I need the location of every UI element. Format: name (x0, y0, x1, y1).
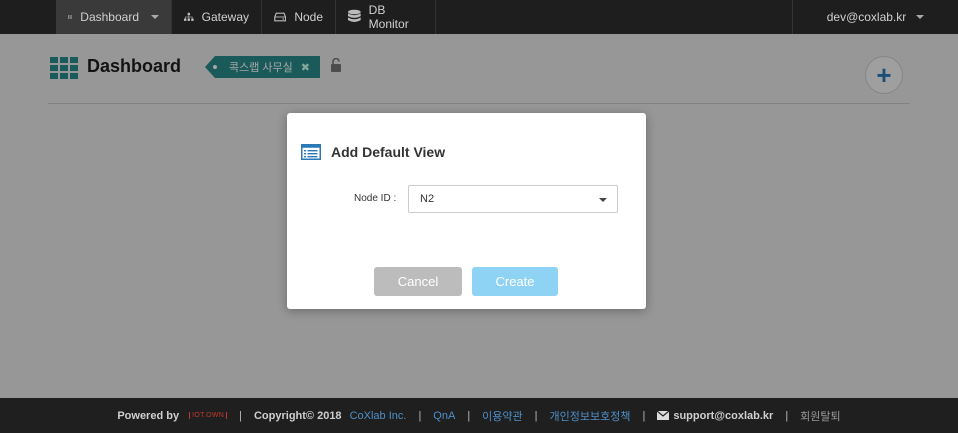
separator: | (785, 409, 789, 422)
nav-label: Dashboard (80, 10, 139, 24)
separator: | (534, 409, 538, 422)
nav-label: Gateway (201, 10, 249, 24)
mail-icon (657, 411, 670, 420)
privacy-link[interactable]: 개인정보보호정책 (550, 408, 631, 424)
nav-label: Node (294, 10, 323, 24)
top-nav: Dashboard Gateway Node DB Monitor dev@co… (0, 0, 958, 34)
chevron-down-icon (599, 198, 607, 202)
modal-title: Add Default View (331, 144, 446, 160)
chevron-down-icon (151, 15, 159, 19)
nav-db-monitor[interactable]: DB Monitor (336, 0, 436, 34)
nav-dashboard[interactable]: Dashboard (56, 0, 172, 34)
withdraw-link[interactable]: 회원탈퇴 (800, 408, 840, 424)
user-email: dev@coxlab.kr (826, 10, 907, 24)
sitemap-icon (184, 12, 194, 21)
chevron-down-icon (916, 15, 925, 19)
hdd-icon (274, 12, 287, 22)
copyright: Copyright© 2018 (253, 409, 342, 422)
terms-link[interactable]: 이용약관 (482, 408, 522, 424)
iot-own-logo: IOT.OWN (189, 412, 228, 419)
user-menu[interactable]: dev@coxlab.kr (792, 0, 958, 34)
separator: | (239, 409, 242, 422)
node-id-value: N2 (420, 193, 435, 205)
separator: | (642, 409, 646, 422)
create-button[interactable]: Create (472, 267, 558, 296)
footer: Powered by IOT.OWN | Copyright© 2018 CoX… (0, 398, 958, 433)
grid-icon (68, 15, 73, 19)
powered-by: Powered by (117, 409, 180, 422)
nav-label: DB Monitor (368, 3, 409, 31)
nav-gateway[interactable]: Gateway (172, 0, 262, 34)
cancel-button[interactable]: Cancel (374, 267, 462, 296)
list-window-icon (301, 144, 321, 160)
qna-link[interactable]: QnA (433, 410, 455, 422)
support-email-link[interactable]: support@coxlab.kr (673, 410, 773, 422)
nav-node[interactable]: Node (262, 0, 336, 34)
node-id-label: Node ID : (354, 193, 397, 204)
separator: | (467, 409, 471, 422)
add-default-view-modal: Add Default View Node ID : N2 Cancel Cre… (287, 113, 646, 309)
separator: | (418, 409, 422, 422)
node-id-select[interactable]: N2 (408, 185, 618, 213)
database-icon (348, 9, 361, 22)
company-link[interactable]: CoXlab Inc. (350, 410, 407, 422)
